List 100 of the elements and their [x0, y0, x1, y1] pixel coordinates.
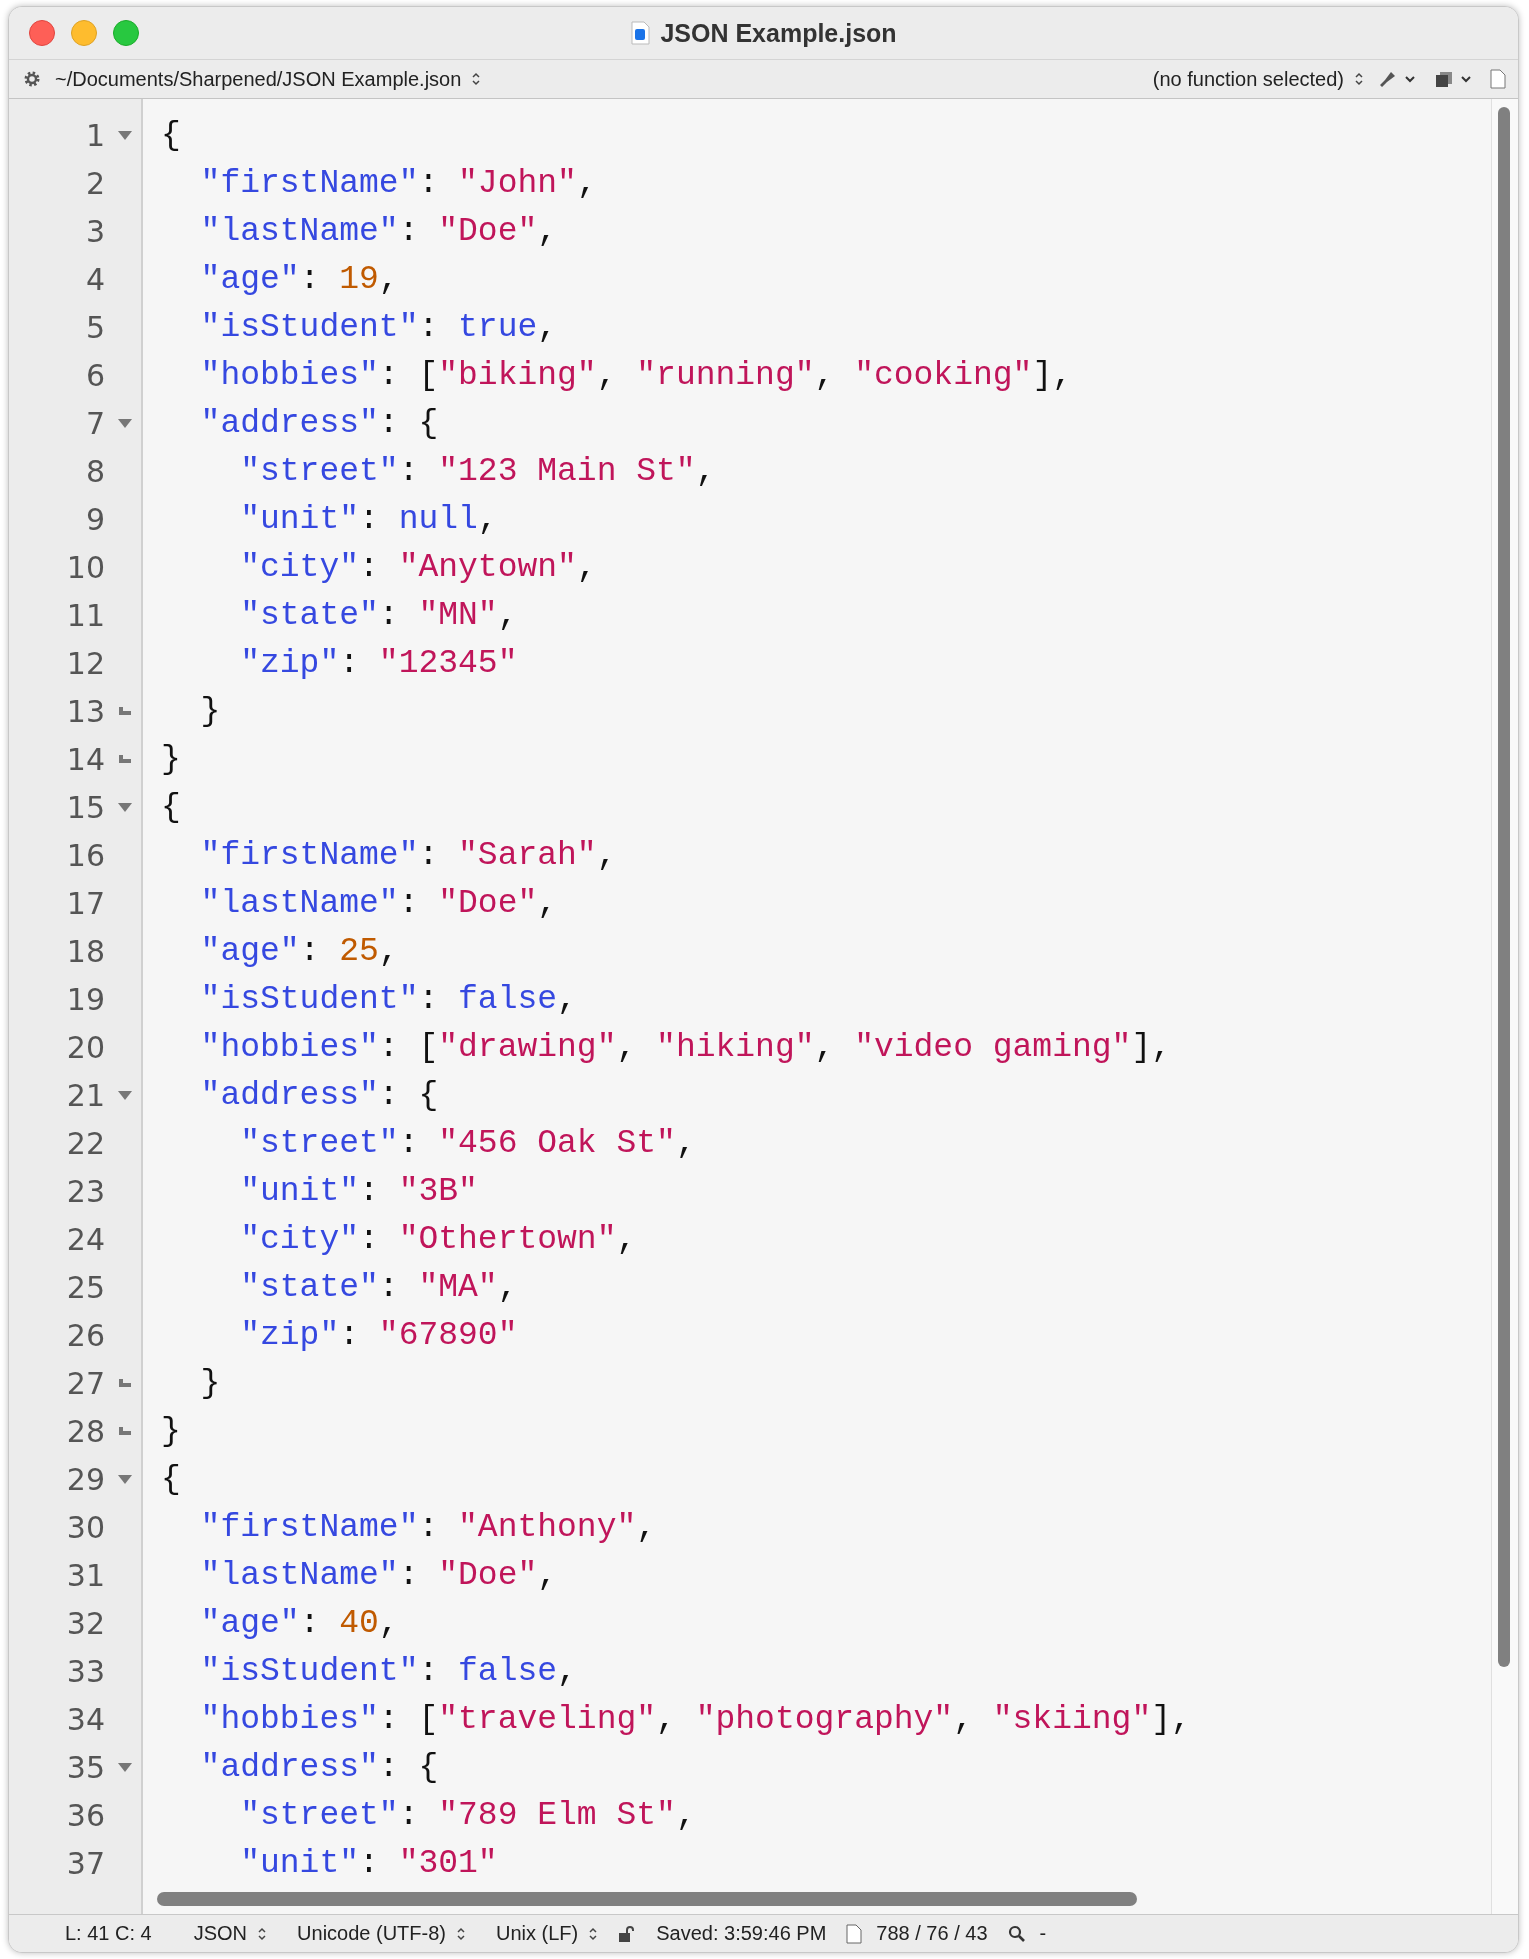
- json-key: "street": [240, 452, 399, 490]
- fold-end-icon: [119, 1379, 131, 1387]
- punctuation: :: [398, 884, 420, 922]
- punctuation: }: [161, 740, 181, 778]
- punctuation: ,: [636, 1508, 657, 1546]
- punctuation: :: [398, 1124, 420, 1162]
- punctuation: ,: [557, 1652, 577, 1690]
- punctuation: :: [398, 1556, 420, 1594]
- function-menu[interactable]: (no function selected): [1152, 67, 1364, 91]
- punctuation: ,: [596, 836, 617, 874]
- line-number: 5: [85, 309, 105, 345]
- line-number: 30: [66, 1509, 105, 1545]
- document-counts: 788 / 76 / 43: [876, 1922, 988, 1945]
- updown-icon: [1354, 72, 1364, 86]
- json-key: "address": [200, 1748, 379, 1786]
- fold-end-icon: [119, 1427, 131, 1435]
- path-menu[interactable]: ~/Documents/Sharpened/JSON Example.json: [55, 67, 482, 91]
- punctuation: ,: [537, 212, 558, 250]
- line-number: 15: [66, 789, 105, 825]
- line-number: 33: [66, 1653, 105, 1689]
- search-icon[interactable]: [1007, 1924, 1026, 1943]
- line-number: 20: [66, 1029, 105, 1065]
- encoding-menu[interactable]: Unicode (UTF-8): [297, 1922, 466, 1945]
- json-key: "lastName": [200, 212, 399, 250]
- fold-triangle-icon[interactable]: [118, 1090, 132, 1100]
- string-value: "running": [636, 356, 815, 394]
- punctuation: ],: [1032, 356, 1072, 394]
- string-value: "Doe": [438, 884, 538, 922]
- string-value: "hiking": [656, 1028, 815, 1066]
- window-title: JSON Example.json: [660, 18, 897, 48]
- line-number: 9: [85, 501, 105, 537]
- string-value: "12345": [378, 644, 518, 682]
- close-button[interactable]: [29, 20, 55, 46]
- document-icon: [630, 21, 651, 45]
- line-number: 10: [66, 549, 105, 585]
- punctuation: ,: [378, 1604, 399, 1642]
- punctuation: :: [339, 644, 361, 682]
- document-icon[interactable]: [1490, 69, 1506, 89]
- line-number: 17: [66, 885, 105, 921]
- line-number: 2: [85, 165, 105, 201]
- keyword-value: false: [458, 980, 558, 1018]
- punctuation: :: [418, 1652, 440, 1690]
- json-key: "isStudent": [200, 1652, 419, 1690]
- string-value: "MN": [418, 596, 498, 634]
- line-number: 28: [66, 1413, 105, 1449]
- punctuation: : {: [378, 1748, 439, 1786]
- json-key: "street": [240, 1796, 399, 1834]
- json-key: "city": [240, 1220, 359, 1258]
- json-key: "state": [240, 596, 379, 634]
- fold-triangle-icon[interactable]: [118, 418, 132, 428]
- string-value: "biking": [438, 356, 597, 394]
- fold-triangle-icon[interactable]: [118, 130, 132, 140]
- line-number: 26: [66, 1317, 105, 1353]
- number-value: 19: [339, 260, 379, 298]
- json-key: "address": [200, 1076, 379, 1114]
- lock-icon[interactable]: [618, 1924, 637, 1943]
- string-value: "Doe": [438, 1556, 538, 1594]
- punctuation: : [: [378, 356, 439, 394]
- json-key: "hobbies": [200, 1028, 379, 1066]
- punctuation: :: [299, 1604, 321, 1642]
- fold-triangle-icon[interactable]: [118, 1474, 132, 1484]
- punctuation: :: [339, 1316, 361, 1354]
- json-key: "zip": [240, 644, 340, 682]
- zoom-button[interactable]: [113, 20, 139, 46]
- string-value: "Anytown": [398, 548, 577, 586]
- json-key: "lastName": [200, 1556, 399, 1594]
- fold-triangle-icon[interactable]: [118, 1762, 132, 1772]
- updown-icon: [257, 1926, 268, 1941]
- cursor-position: L: 41 C: 4: [65, 1922, 152, 1945]
- number-value: 25: [339, 932, 379, 970]
- punctuation: {: [161, 116, 181, 154]
- punctuation: ,: [814, 356, 836, 394]
- horizontal-scrollbar-thumb[interactable]: [157, 1892, 1137, 1906]
- line-number: 35: [66, 1749, 105, 1785]
- json-key: "firstName": [200, 164, 419, 202]
- updown-icon: [588, 1926, 599, 1941]
- fold-triangle-icon[interactable]: [118, 802, 132, 812]
- line-number: 27: [66, 1365, 105, 1401]
- vertical-scrollbar-thumb[interactable]: [1498, 107, 1510, 1667]
- punctuation: : [: [378, 1700, 439, 1738]
- string-value: "67890": [378, 1316, 518, 1354]
- punctuation: ,: [378, 932, 399, 970]
- json-key: "isStudent": [200, 980, 419, 1018]
- string-value: "301": [398, 1844, 498, 1882]
- json-key: "lastName": [200, 884, 399, 922]
- settings-icon[interactable]: [23, 70, 41, 88]
- line-endings-menu[interactable]: Unix (LF): [496, 1922, 599, 1945]
- punctuation: ,: [616, 1028, 638, 1066]
- punctuation: : [: [378, 1028, 439, 1066]
- json-key: "address": [200, 404, 379, 442]
- string-value: "Anthony": [458, 1508, 637, 1546]
- punctuation: :: [418, 164, 440, 202]
- punctuation: :: [378, 596, 400, 634]
- string-value: "Othertown": [398, 1220, 617, 1258]
- punctuation: :: [418, 836, 440, 874]
- punctuation: :: [398, 212, 420, 250]
- document-icon: [846, 1923, 863, 1944]
- string-value: "photography": [695, 1700, 954, 1738]
- language-menu[interactable]: JSON: [193, 1922, 268, 1945]
- line-number: 22: [66, 1125, 105, 1161]
